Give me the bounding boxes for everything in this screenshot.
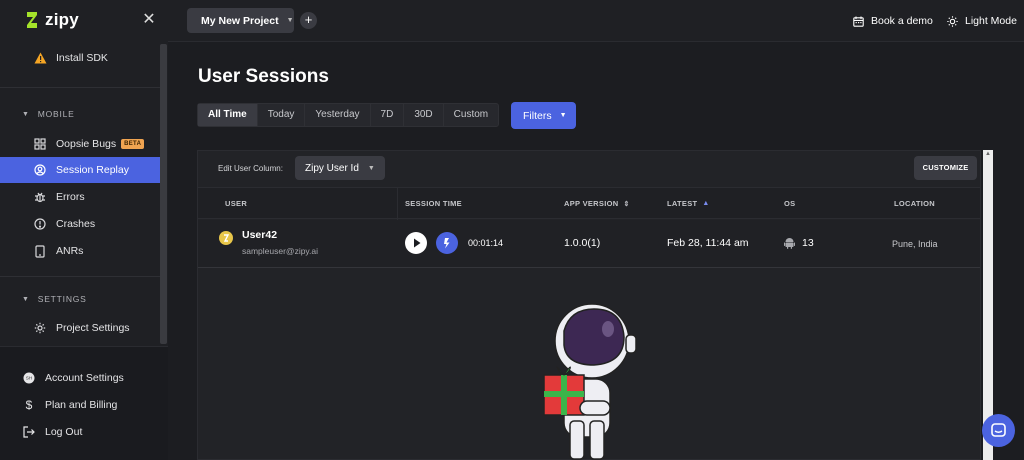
log-out-label: Log Out <box>45 426 83 438</box>
sort-asc-icon[interactable]: ▲ <box>702 200 709 207</box>
dollar-icon: $ <box>25 398 33 412</box>
session-replay-icon <box>33 163 47 177</box>
sun-icon <box>947 15 958 27</box>
close-sidebar-icon[interactable]: ✕ <box>140 10 158 30</box>
session-duration: 00:01:14 <box>468 238 504 248</box>
install-sdk-label: Install SDK <box>56 52 108 64</box>
caret-down-icon: ▼ <box>22 110 30 118</box>
project-selector[interactable]: My New Project ▼ <box>187 8 294 33</box>
sidebar-item-label: Project Settings <box>56 322 130 334</box>
sessions-panel: Edit User Column: Zipy User Id ▼ CUSTOMI… <box>197 150 981 460</box>
column-header-location: LOCATION <box>894 199 936 208</box>
user-name[interactable]: User42 <box>242 229 277 241</box>
light-mode-label: Light Mode <box>965 15 1017 27</box>
error-bug-icon <box>33 190 47 204</box>
install-sdk-item[interactable]: Install SDK <box>0 45 160 71</box>
sidebar-scrollbar[interactable] <box>160 44 167 344</box>
account-settings-item[interactable]: SH Account Settings <box>0 365 160 391</box>
time-filter-today[interactable]: Today <box>258 104 306 126</box>
column-header-app-version[interactable]: APP VERSION ⇕ <box>564 199 630 208</box>
app-version-value: 1.0.0(1) <box>564 237 601 249</box>
caret-down-icon: ▼ <box>22 295 30 303</box>
location-value: Pune, India <box>892 239 938 249</box>
chevron-down-icon: ▼ <box>559 112 567 119</box>
filters-label: Filters <box>523 109 552 122</box>
table-header: USER SESSION TIME APP VERSION ⇕ LATEST ▲ O… <box>198 187 980 219</box>
latest-value: Feb 28, 11:44 am <box>667 237 749 249</box>
sidebar-item-project-settings[interactable]: Project Settings <box>0 315 160 341</box>
bug-grid-icon <box>33 137 47 151</box>
time-filter-custom[interactable]: Custom <box>444 104 498 126</box>
scroll-up-arrow-icon[interactable]: ▲ <box>985 151 991 157</box>
sidebar-item-label: Crashes <box>56 218 96 230</box>
astronaut-gift-illustration <box>536 301 646 460</box>
android-icon <box>784 236 795 254</box>
crash-icon <box>33 217 47 231</box>
mobile-section-header[interactable]: ▼ MOBILE <box>22 109 75 119</box>
sidebar-item-crashes[interactable]: Crashes <box>0 211 160 237</box>
sidebar-item-anrs[interactable]: ANRs <box>0 238 160 264</box>
account-settings-label: Account Settings <box>45 372 124 384</box>
sidebar-item-label: Oopsie Bugs <box>56 138 117 150</box>
user-email: sampleuser@zipy.ai <box>242 246 319 256</box>
time-filter-30d[interactable]: 30D <box>404 104 444 126</box>
sidebar-item-label: Session Replay <box>56 164 129 176</box>
user-avatar <box>219 231 233 245</box>
gear-icon <box>33 321 47 335</box>
add-project-button[interactable]: + <box>300 12 317 29</box>
calendar-icon <box>853 16 864 27</box>
sidebar-item-label: Errors <box>56 191 85 203</box>
time-filter-7d[interactable]: 7D <box>371 104 405 126</box>
zipy-insight-icon[interactable] <box>436 232 458 254</box>
settings-section-header[interactable]: ▼ SETTINGS <box>22 294 87 304</box>
column-header-latest[interactable]: LATEST ▲ <box>667 199 710 208</box>
brand-logo[interactable]: zipy <box>24 10 79 30</box>
top-bar: My New Project ▼ + Book a demo Light Mod… <box>168 0 1024 42</box>
mobile-section-label: MOBILE <box>37 109 75 119</box>
project-name: My New Project <box>201 14 279 27</box>
anr-phone-icon <box>33 244 47 258</box>
beta-badge: BETA <box>121 139 145 149</box>
time-filter-group: All Time Today Yesterday 7D 30D Custom <box>197 103 500 127</box>
plan-billing-label: Plan and Billing <box>45 399 118 411</box>
brand-name: zipy <box>45 10 79 29</box>
time-filter-all-time[interactable]: All Time <box>198 104 258 126</box>
plan-billing-item[interactable]: $ Plan and Billing <box>0 392 160 418</box>
book-demo-link[interactable]: Book a demo <box>853 13 933 29</box>
sidebar-divider <box>0 276 160 277</box>
sidebar-item-session-replay[interactable]: Session Replay <box>0 157 160 183</box>
sort-icon[interactable]: ⇕ <box>623 200 629 208</box>
light-mode-toggle[interactable]: Light Mode <box>947 13 1017 29</box>
os-version: 13 <box>802 237 814 249</box>
warning-icon <box>33 51 47 65</box>
sidebar-item-label: ANRs <box>56 245 84 257</box>
play-session-button[interactable] <box>405 232 427 254</box>
sidebar-bottom: SH Account Settings $ Plan and Billing L… <box>0 346 168 460</box>
chevron-down-icon: ▼ <box>286 17 294 24</box>
page-title: User Sessions <box>198 66 329 87</box>
sidebar-item-oopsie-bugs[interactable]: Oopsie Bugs BETA <box>0 131 160 157</box>
account-avatar-icon: SH <box>22 371 36 385</box>
log-out-item[interactable]: Log Out <box>0 419 160 445</box>
sidebar-item-errors[interactable]: Errors <box>0 184 160 210</box>
user-column-value: Zipy User Id <box>305 162 359 174</box>
svg-text:SH: SH <box>26 376 32 381</box>
column-header-os: OS <box>784 199 796 208</box>
chevron-down-icon: ▼ <box>367 164 375 172</box>
settings-section-label: SETTINGS <box>37 294 87 304</box>
edit-user-column-label: Edit User Column: <box>218 164 283 173</box>
table-row[interactable]: User42 sampleuser@zipy.ai 00:01:14 1.0.0… <box>198 220 980 268</box>
zipy-logo-icon <box>24 11 40 29</box>
chat-support-button[interactable] <box>982 414 1015 447</box>
customize-button[interactable]: CUSTOMIZE <box>914 156 977 180</box>
column-header-user: USER <box>225 199 248 208</box>
filters-button[interactable]: Filters ▼ <box>511 102 576 129</box>
user-column-select[interactable]: Zipy User Id ▼ <box>295 156 385 180</box>
column-header-session-time: SESSION TIME <box>405 199 462 208</box>
book-demo-label: Book a demo <box>871 15 933 27</box>
sidebar-divider <box>0 87 160 88</box>
time-filter-yesterday[interactable]: Yesterday <box>305 104 371 126</box>
logout-icon <box>22 425 36 439</box>
